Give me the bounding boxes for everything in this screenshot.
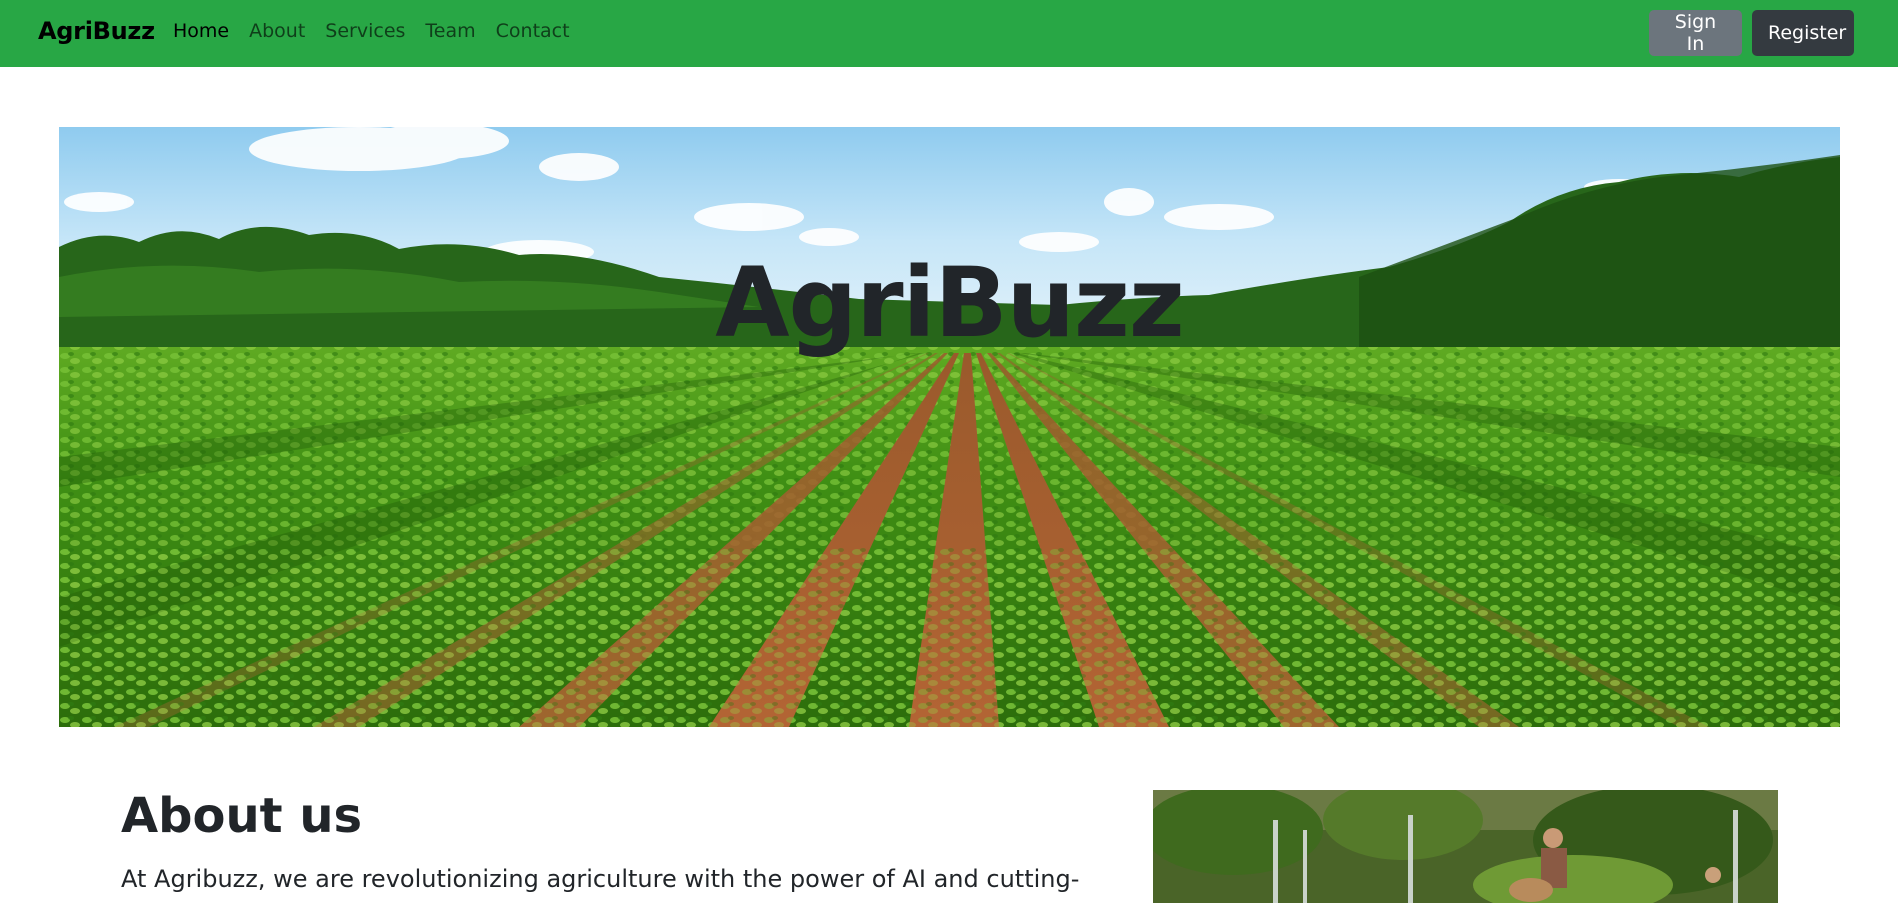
about-heading: About us [121, 788, 363, 844]
sign-in-button[interactable]: Sign In [1649, 10, 1742, 56]
community-garden-image [1153, 790, 1778, 903]
about-text: At Agribuzz, we are revolutionizing agri… [121, 865, 1080, 893]
hero-banner: AgriBuzz [59, 127, 1840, 727]
farm-field-crop-rows-image [59, 127, 1840, 727]
nav-link-home[interactable]: Home [173, 20, 229, 42]
nav-link-about[interactable]: About [249, 20, 305, 42]
nav-link-services[interactable]: Services [325, 20, 405, 42]
nav-link-contact[interactable]: Contact [496, 20, 570, 42]
nav-link-team[interactable]: Team [425, 20, 475, 42]
brand-logo[interactable]: AgriBuzz [38, 17, 155, 45]
register-button[interactable]: Register [1752, 10, 1854, 56]
navbar: AgriBuzz Home About Services Team Contac… [0, 0, 1898, 67]
hero-title: AgriBuzz [715, 247, 1185, 359]
nav-links: Home About Services Team Contact [173, 20, 590, 42]
